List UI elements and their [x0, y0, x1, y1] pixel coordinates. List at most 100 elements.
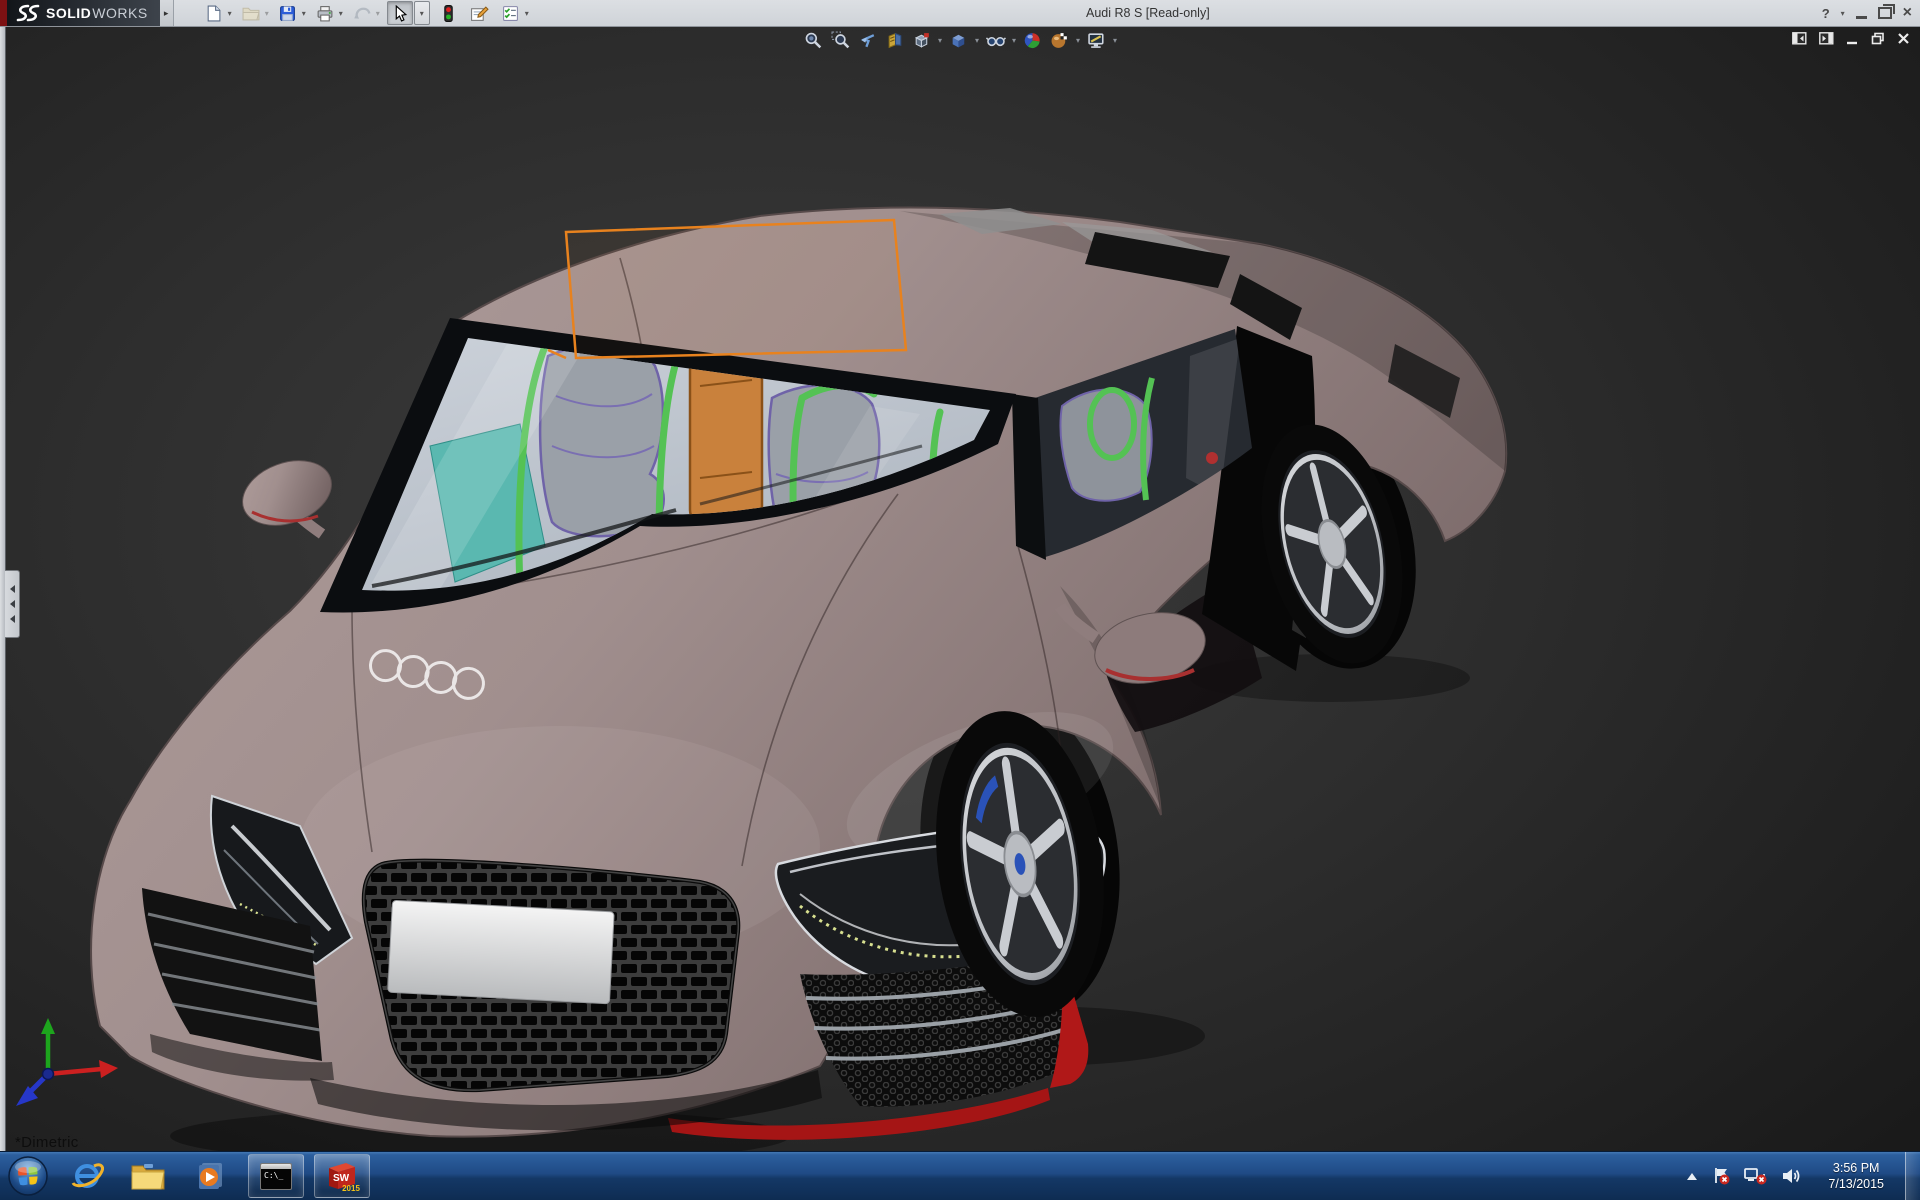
view-orientation-label: *Dimetric — [15, 1134, 79, 1151]
app-window-controls: ? ▾ × — [1822, 0, 1912, 26]
options-dropdown[interactable]: ▾ — [525, 9, 529, 18]
help-dropdown[interactable]: ▾ — [1841, 9, 1845, 18]
options-checklist-icon — [503, 5, 519, 21]
svg-text:SW: SW — [333, 1173, 350, 1184]
svg-text:2015: 2015 — [342, 1184, 360, 1193]
chevron-left-icon — [9, 600, 15, 608]
car-model-render[interactable] — [0, 26, 1920, 1152]
internet-explorer-icon — [71, 1163, 104, 1188]
license-plate — [387, 900, 615, 1005]
open-dropdown[interactable]: ▾ — [265, 9, 269, 18]
volume-icon[interactable] — [1781, 1166, 1803, 1186]
media-player-icon — [199, 1163, 222, 1189]
new-document-button[interactable] — [202, 2, 226, 24]
display-style-icon — [952, 34, 965, 48]
save-button[interactable] — [276, 2, 300, 24]
select-cursor-icon — [395, 4, 407, 22]
doc-minimize-button[interactable] — [1846, 32, 1859, 45]
select-tool-button[interactable] — [386, 1, 413, 25]
file-explorer-icon — [131, 1164, 165, 1190]
document-window-controls — [1792, 32, 1910, 45]
chevron-left-icon — [9, 585, 15, 593]
taskbar-file-explorer[interactable] — [130, 1161, 166, 1191]
hide-show-items-icon — [985, 36, 1006, 47]
edit-appearance-button[interactable] — [1020, 29, 1045, 52]
start-button[interactable] — [6, 1154, 50, 1198]
traffic-light-icon — [444, 4, 453, 22]
open-document-icon — [242, 7, 260, 21]
previous-view-icon — [861, 34, 875, 48]
brand-name-bold: SOLID — [46, 5, 92, 21]
clock-time: 3:56 PM — [1832, 1161, 1880, 1175]
show-desktop-button[interactable] — [1905, 1152, 1920, 1200]
brand-red-stripe — [0, 0, 7, 26]
save-dropdown[interactable]: ▾ — [302, 9, 306, 18]
command-prompt-icon: C:\_ — [260, 1162, 292, 1190]
undo-button[interactable] — [350, 2, 374, 24]
view-settings-button[interactable] — [1084, 29, 1109, 52]
menu-flyout-arrow[interactable]: ▸ — [159, 0, 174, 26]
app-restore-button[interactable] — [1877, 4, 1895, 19]
app-minimize-button[interactable] — [1855, 7, 1867, 19]
section-view-icon — [888, 32, 902, 49]
titlebar: SOLID WORKS ▸ ▾ ▾ ▾ ▾ ▾ ▾ ▾ Audi R8 S [R… — [0, 0, 1920, 27]
print-icon — [317, 5, 333, 21]
document-title: Audi R8 S [Read-only] — [1086, 6, 1210, 20]
feature-manager-expand-tab[interactable] — [5, 570, 20, 638]
solidworks-logo: SOLID WORKS — [0, 0, 160, 26]
interference-check-button[interactable] — [437, 2, 461, 24]
save-icon — [280, 5, 296, 21]
taskbar-media-player[interactable] — [194, 1160, 226, 1192]
doc-close-button[interactable] — [1897, 32, 1910, 45]
print-dropdown[interactable]: ▾ — [339, 9, 343, 18]
zoom-to-fit-button[interactable] — [801, 29, 826, 52]
hide-show-items-button[interactable] — [983, 29, 1008, 52]
new-dropdown[interactable]: ▾ — [228, 9, 232, 18]
taskbar-solidworks[interactable]: SW 2015 — [314, 1154, 370, 1198]
network-status-icon[interactable] — [1744, 1166, 1768, 1186]
view-settings-icon — [1087, 33, 1104, 48]
main-toolbar: ▾ ▾ ▾ ▾ ▾ ▾ ▾ — [202, 1, 536, 25]
windows-start-icon — [8, 1156, 48, 1196]
brand-name-light: WORKS — [92, 5, 148, 21]
action-center-icon[interactable] — [1711, 1166, 1731, 1186]
view-orientation-icon — [915, 33, 929, 48]
previous-view-button[interactable] — [855, 29, 880, 52]
taskbar-command-prompt[interactable]: C:\_ — [248, 1154, 304, 1198]
selected-surface-highlight — [547, 218, 908, 360]
file-properties-icon — [471, 5, 489, 21]
new-document-icon — [207, 5, 221, 21]
print-button[interactable] — [313, 2, 337, 24]
system-tray: 3:56 PM 7/13/2015 — [1686, 1152, 1920, 1200]
options-button[interactable] — [499, 2, 523, 24]
zoom-to-fit-icon — [805, 32, 822, 49]
reference-triad — [16, 1018, 118, 1106]
apply-scene-dropdown[interactable]: ▾ — [1076, 36, 1080, 45]
display-style-button[interactable] — [946, 29, 971, 52]
undo-dropdown[interactable]: ▾ — [376, 9, 380, 18]
undo-icon — [354, 7, 371, 19]
apply-scene-button[interactable] — [1047, 29, 1072, 52]
file-properties-button[interactable] — [468, 2, 492, 24]
show-hidden-icons-button[interactable] — [1686, 1172, 1698, 1181]
pane-right-icon[interactable] — [1819, 32, 1834, 45]
view-settings-dropdown[interactable]: ▾ — [1113, 36, 1117, 45]
graphics-area[interactable]: ▾ ▾ ▾ ▾ ▾ *Dimetric — [0, 26, 1920, 1152]
zoom-to-area-button[interactable] — [828, 29, 853, 52]
solidworks-glyph-icon — [16, 4, 40, 22]
doc-restore-button[interactable] — [1871, 32, 1885, 45]
view-orientation-dropdown[interactable]: ▾ — [938, 36, 942, 45]
app-close-button[interactable]: × — [1903, 0, 1912, 26]
view-orientation-button[interactable] — [909, 29, 934, 52]
pane-left-icon[interactable] — [1792, 32, 1807, 45]
taskbar-internet-explorer[interactable] — [70, 1159, 104, 1193]
taskbar-clock[interactable]: 3:56 PM 7/13/2015 — [1816, 1160, 1892, 1192]
hide-show-dropdown[interactable]: ▾ — [1012, 36, 1016, 45]
help-button[interactable]: ? — [1822, 6, 1830, 21]
section-view-button[interactable] — [882, 29, 907, 52]
display-style-dropdown[interactable]: ▾ — [975, 36, 979, 45]
windows-taskbar: C:\_ SW 2015 3:56 PM 7/13/2015 — [0, 1151, 1920, 1200]
open-document-button[interactable] — [239, 2, 263, 24]
select-dropdown[interactable]: ▾ — [413, 1, 430, 25]
chevron-left-icon — [9, 615, 15, 623]
